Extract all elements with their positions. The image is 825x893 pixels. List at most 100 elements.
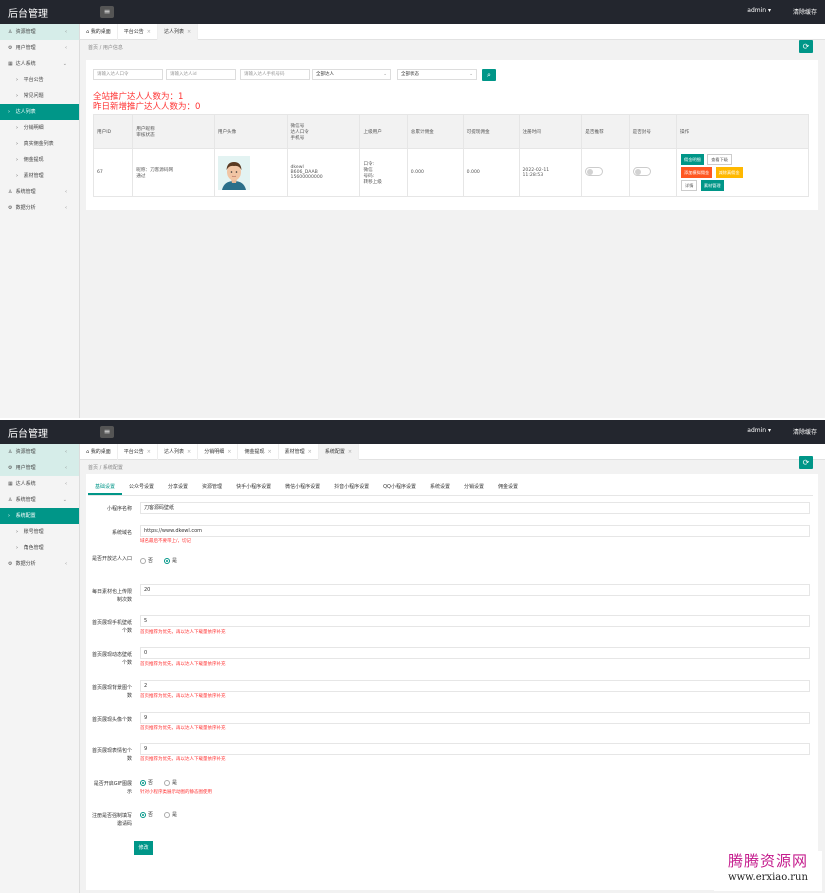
sidebar-item-7[interactable]: › 真实佣金列表 <box>0 136 79 152</box>
commission-detail-button[interactable]: 佣金明细 <box>681 154 704 165</box>
detail-button[interactable]: 详情 <box>681 180 698 191</box>
view-subordinates-button[interactable]: 查看下级 <box>707 154 732 165</box>
sidebar-item-1[interactable]: ⚙ 用户管理 ‹ <box>0 460 79 476</box>
refresh-icon[interactable]: ⟳ <box>799 40 813 53</box>
talent-table: 用户ID 用户昵称 审核状态 用户头像 微信号 达人口令 手机号 上级用户 总累计佣金 可提… <box>92 114 809 197</box>
settings-tab-6[interactable]: 抖音小程序设置 <box>327 480 376 495</box>
app-name-input[interactable]: 刀客源码壁纸 <box>140 502 810 514</box>
label-gif-display: 是否开启GIF图展示 <box>93 781 132 795</box>
sidebar-item-2[interactable]: ▦ 达人系统 ⌄ <box>0 56 79 72</box>
sidebar-item-0[interactable]: ♙ 资源管理 ‹ <box>0 24 79 40</box>
settings-tab-8[interactable]: 系统设置 <box>423 480 457 495</box>
sidebar-item-10[interactable]: ♙ 系统管理 ‹ <box>0 184 79 200</box>
gif-display-yes[interactable]: 是 <box>164 779 177 786</box>
chevron-right-icon: › <box>8 513 10 519</box>
user-icon: ♙ <box>8 29 13 35</box>
talent-entry-no[interactable]: 否 <box>140 557 153 564</box>
close-icon[interactable]: × <box>187 29 191 35</box>
settings-tab-10[interactable]: 佣金设置 <box>491 480 525 495</box>
avatar-count-input[interactable]: 9 <box>140 712 810 724</box>
recommend-toggle[interactable] <box>585 167 604 176</box>
tab-1[interactable]: 平台公告 × <box>118 24 158 40</box>
chevron-left-icon: ‹ <box>65 189 67 195</box>
sidebar-item-9[interactable]: › 素材管理 <box>0 168 79 184</box>
tab-1[interactable]: 平台公告 × <box>118 444 158 460</box>
ban-toggle[interactable] <box>632 167 651 176</box>
tab-2[interactable]: 达人列表 × <box>158 24 199 40</box>
tab-3[interactable]: 分销明细 × <box>198 444 239 460</box>
sidebar-item-5[interactable]: › 账号管理 <box>0 524 79 540</box>
emoji-count-input[interactable]: 9 <box>140 743 810 755</box>
label-domain: 系统域名 <box>111 530 132 536</box>
watermark-title: 腾腾资源网 <box>727 852 808 870</box>
sidebar-item-7[interactable]: ⚙ 数据分析 ‹ <box>0 556 79 572</box>
admin-menu[interactable]: admin ▾ <box>747 427 771 434</box>
tab-2[interactable]: 达人列表 × <box>158 444 199 460</box>
phone-search-input[interactable]: 请输入达人手机号码 <box>240 69 310 80</box>
close-icon[interactable]: × <box>267 449 271 455</box>
invite-required-no[interactable]: 否 <box>140 811 153 818</box>
sidebar-item-3[interactable]: › 平台公告 <box>0 72 79 88</box>
clear-cache-link[interactable]: 清除缓存 <box>793 427 817 436</box>
sidebar-item-4[interactable]: › 系统配置 <box>0 508 79 524</box>
sidebar-item-1[interactable]: ⚙ 用户管理 ‹ <box>0 40 79 56</box>
admin-menu[interactable]: admin ▾ <box>747 7 771 14</box>
tab-5[interactable]: 素材管理 × <box>279 444 319 460</box>
tab-0[interactable]: ⌂ 我的桌面 <box>80 444 118 460</box>
save-button[interactable]: 修改 <box>134 841 153 855</box>
tab-6[interactable]: 系统配置 × <box>318 444 360 460</box>
talent-entry-yes[interactable]: 是 <box>164 557 177 564</box>
code-search-input[interactable]: 请输入达人口令 <box>93 69 163 80</box>
live-wallpaper-count-input[interactable]: 0 <box>140 647 810 659</box>
settings-tab-7[interactable]: QQ小程序设置 <box>376 480 423 495</box>
label-talent-entry: 是否开放达人入口 <box>91 556 132 562</box>
sidebar-item-4[interactable]: › 常见问题 <box>0 88 79 104</box>
daily-upload-limit-input[interactable]: 20 <box>140 584 810 596</box>
tab-0[interactable]: ⌂ 我的桌面 <box>80 24 118 40</box>
chevron-right-icon: › <box>16 77 18 83</box>
sidebar-item-8[interactable]: › 佣金提现 <box>0 152 79 168</box>
tab-label: 我的桌面 <box>90 29 111 35</box>
sidebar-item-6[interactable]: › 分销明细 <box>0 120 79 136</box>
close-icon[interactable]: × <box>308 449 312 455</box>
settings-tab-9[interactable]: 分销设置 <box>457 480 491 495</box>
invite-required-yes[interactable]: 是 <box>164 811 177 818</box>
tab-bar: ⌂ 我的桌面 平台公告 × 达人列表 × <box>80 24 825 40</box>
sidebar-item-5[interactable]: › 达人列表 <box>0 104 79 120</box>
settings-tab-5[interactable]: 微信小程序设置 <box>278 480 327 495</box>
material-manage-button[interactable]: 素材管理 <box>700 180 724 191</box>
settings-tab-1[interactable]: 公众号设置 <box>122 480 161 495</box>
gif-display-no[interactable]: 否 <box>140 779 153 786</box>
reduce-commission-button[interactable]: 减除真佣金 <box>715 167 743 178</box>
menu-toggle-icon[interactable]: ≡ <box>100 6 114 18</box>
add-commission-button[interactable]: 添加模拟佣金 <box>681 167 713 178</box>
phone-wallpaper-count-input[interactable]: 5 <box>140 615 810 627</box>
talent-select[interactable]: 全部达人 ⌄ <box>312 69 391 80</box>
clear-cache-link[interactable]: 清除缓存 <box>793 7 817 16</box>
settings-tab-0[interactable]: 基础设置 <box>88 480 123 495</box>
refresh-icon[interactable]: ⟳ <box>799 456 813 469</box>
tab-4[interactable]: 佣金提现 × <box>238 444 279 460</box>
sidebar-item-6[interactable]: › 角色管理 <box>0 540 79 556</box>
close-icon[interactable]: × <box>227 449 231 455</box>
close-icon[interactable]: × <box>348 449 352 455</box>
sidebar-item-3[interactable]: ♙ 系统管理 ⌄ <box>0 492 79 508</box>
sidebar-item-11[interactable]: ⚙ 数据分析 ‹ <box>0 200 79 216</box>
column-header: 是否封号 <box>628 114 678 149</box>
menu-toggle-icon[interactable]: ≡ <box>100 426 114 438</box>
close-icon[interactable]: × <box>187 449 191 455</box>
chevron-left-icon: ‹ <box>65 205 67 211</box>
id-search-input[interactable]: 请输入达人id <box>166 69 236 80</box>
search-button[interactable]: ⌕ <box>482 69 496 81</box>
settings-tab-4[interactable]: 快手小程序设置 <box>229 480 278 495</box>
settings-tab-2[interactable]: 分享设置 <box>161 480 195 495</box>
close-icon[interactable]: × <box>147 29 151 35</box>
settings-tab-3[interactable]: 资源管理 <box>195 480 229 495</box>
sidebar-item-2[interactable]: ▦ 达人系统 ‹ <box>0 476 79 492</box>
close-icon[interactable]: × <box>147 449 151 455</box>
background-count-input[interactable]: 2 <box>140 680 810 692</box>
sidebar-item-label: 账号管理 <box>23 529 44 535</box>
domain-input[interactable]: https://www.dkewl.com <box>140 525 810 537</box>
sidebar-item-0[interactable]: ♙ 资源管理 ‹ <box>0 444 79 460</box>
status-select[interactable]: 全部状态 ⌄ <box>397 69 477 80</box>
